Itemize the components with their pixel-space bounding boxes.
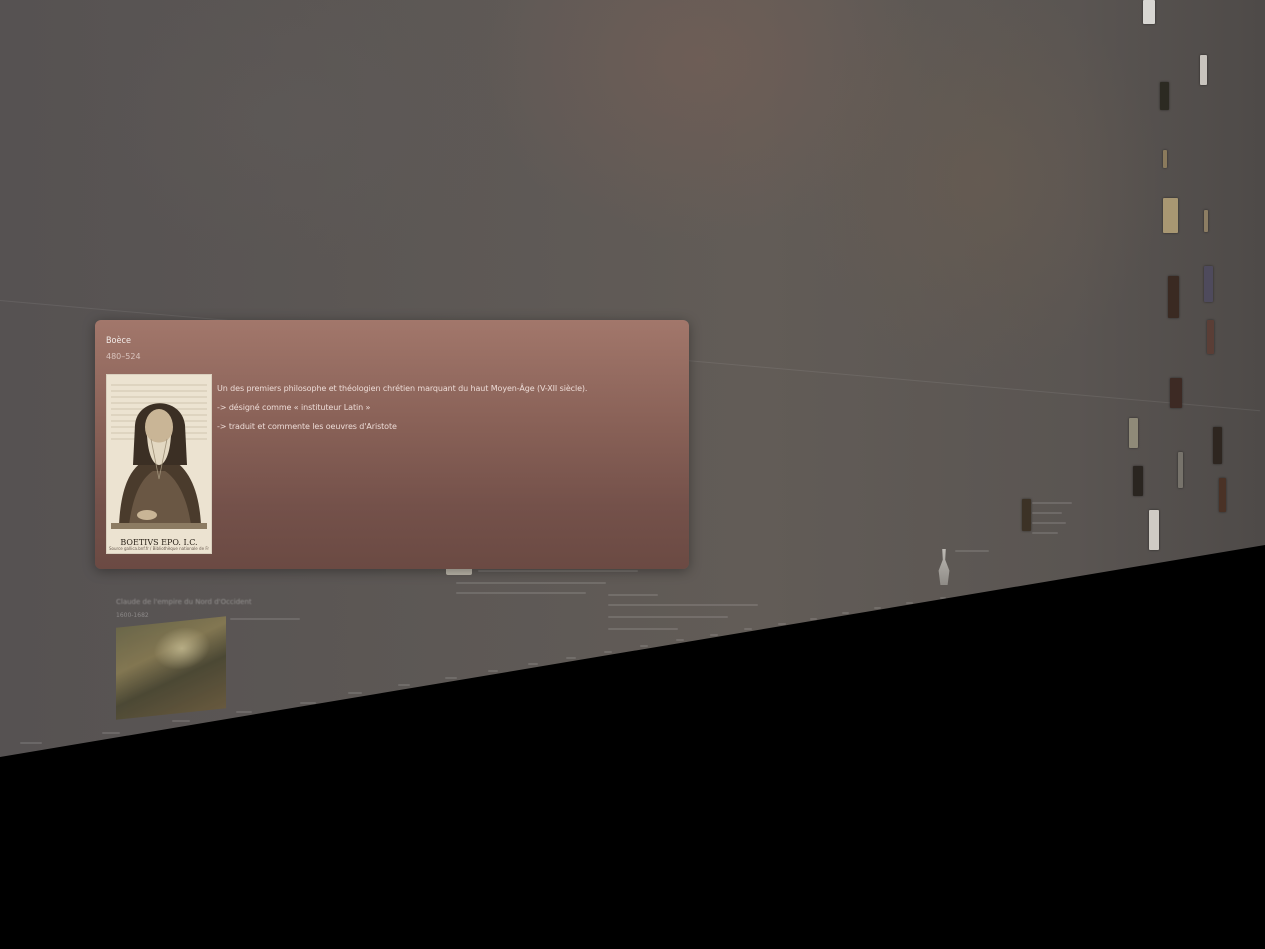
timeline-thumbnail[interactable] <box>1022 499 1031 531</box>
portrait-image[interactable]: BOETIVS EPO. I.C. Source gallica.bnf.fr … <box>106 374 212 554</box>
timeline-thumbnail[interactable] <box>1149 510 1159 550</box>
blurred-text <box>608 604 758 606</box>
event-detail-card[interactable]: Boèce 480–524 BOETIVS EPO. I.C. Source g… <box>95 320 689 569</box>
timeline-thumbnail[interactable] <box>1133 466 1143 496</box>
ghost-event-title[interactable]: Claude de l'empire du Nord d'Occident <box>116 598 252 606</box>
axis-tick <box>874 607 881 609</box>
card-description-line: -> traduit et commente les oeuvres d'Ari… <box>217 422 397 431</box>
timeline-thumbnail[interactable] <box>1129 418 1138 448</box>
axis-tick <box>778 623 786 625</box>
timeline-thumbnail[interactable] <box>1168 276 1179 318</box>
blurred-text <box>608 594 658 596</box>
card-description-line: Un des premiers philosophe et théologien… <box>217 384 588 393</box>
timeline-thumbnail[interactable] <box>1213 427 1222 464</box>
blurred-text <box>478 570 638 572</box>
axis-tick <box>300 702 316 704</box>
blurred-text <box>608 628 678 630</box>
ghost-event-dates: 1600-1682 <box>116 612 149 619</box>
axis-tick <box>940 597 946 599</box>
portrait-caption: Source gallica.bnf.fr / Bibliothèque nat… <box>109 546 209 551</box>
axis-tick <box>348 692 362 694</box>
axis-tick <box>528 663 538 665</box>
axis-tick <box>172 720 190 722</box>
axis-tick <box>20 742 42 744</box>
timeline-thumbnail[interactable] <box>1204 210 1208 232</box>
blurred-text <box>1032 502 1072 504</box>
card-description: Un des premiers philosophe et théologien… <box>217 379 587 436</box>
axis-tick <box>676 639 684 641</box>
timeline-thumbnail[interactable] <box>1170 378 1182 408</box>
portrait-engraving: BOETIVS EPO. I.C. <box>107 375 211 553</box>
timeline-thumbnail[interactable] <box>1163 198 1178 233</box>
blurred-text <box>608 616 728 618</box>
blurred-text <box>1032 532 1058 534</box>
axis-tick <box>744 628 752 630</box>
axis-tick <box>445 677 457 679</box>
axis-tick <box>810 618 817 620</box>
axis-tick <box>604 651 612 653</box>
timeline-thumbnail[interactable] <box>1143 0 1155 24</box>
card-dates: 480–524 <box>106 352 141 361</box>
axis-tick <box>566 657 576 659</box>
timeline-thumbnail[interactable] <box>1204 266 1213 302</box>
blurred-text <box>1032 522 1066 524</box>
blurred-text <box>230 618 300 620</box>
timeline-thumbnail[interactable] <box>1163 150 1167 168</box>
ghost-event-painting[interactable] <box>116 616 226 720</box>
timeline-thumbnail[interactable] <box>1160 82 1169 110</box>
card-title: Boèce <box>106 336 131 346</box>
axis-tick <box>398 684 410 686</box>
card-description-line: -> désigné comme « instituteur Latin » <box>217 403 371 412</box>
blurred-text <box>955 550 989 552</box>
timeline-thumbnail[interactable] <box>1219 478 1226 512</box>
axis-tick <box>488 670 498 672</box>
axis-tick <box>710 634 718 636</box>
timeline-thumbnail[interactable] <box>1207 320 1214 354</box>
timeline-thumbnail[interactable] <box>1178 452 1183 488</box>
axis-tick <box>640 645 648 647</box>
blurred-text <box>1032 512 1062 514</box>
axis-tick <box>236 711 252 713</box>
axis-tick <box>102 732 120 734</box>
blurred-text <box>456 582 606 584</box>
timeline-thumbnail[interactable] <box>1200 55 1207 85</box>
axis-tick <box>906 602 913 604</box>
ghost-vase-thumbnail[interactable] <box>938 549 950 585</box>
blurred-text <box>456 592 586 594</box>
axis-tick <box>842 612 849 614</box>
